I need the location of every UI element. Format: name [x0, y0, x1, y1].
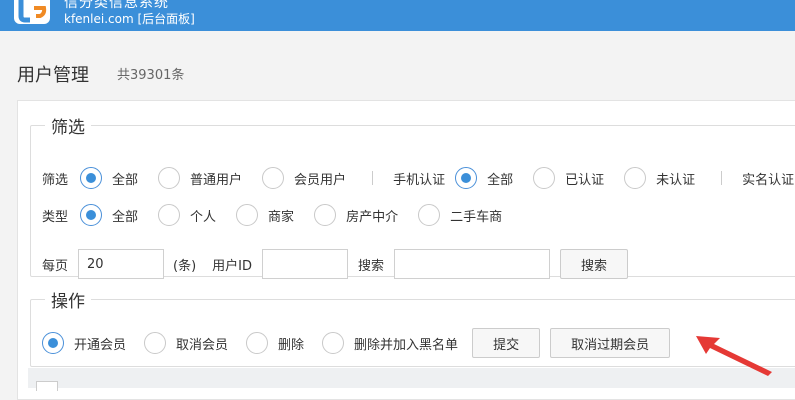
search-label: 搜索 — [358, 258, 385, 274]
radio-indicator[interactable] — [314, 204, 337, 226]
radio-label: 删除 — [278, 337, 305, 353]
divider — [721, 171, 723, 185]
per-page-label: 每页 — [42, 258, 69, 274]
search-button[interactable]: 搜索 — [560, 249, 629, 279]
actions-fieldset: 操作 开通会员 取消会员 删除 删除并加入黑名单 提交 取消过期会员 — [30, 287, 795, 367]
radio-indicator[interactable] — [322, 332, 345, 354]
radio-type-merchant[interactable]: 商家 — [236, 204, 294, 226]
radio-type-personal[interactable]: 个人 — [158, 204, 216, 226]
page-title: 用户管理 — [17, 65, 89, 86]
radio-indicator[interactable] — [158, 167, 181, 189]
page-heading: 用户管理 — [17, 61, 89, 87]
radio-label: 会员用户 — [294, 172, 347, 188]
radio-label: 普通用户 — [190, 172, 243, 188]
phone-verify-label: 手机认证 — [393, 172, 446, 188]
cancel-expired-members-button[interactable]: 取消过期会员 — [550, 328, 671, 358]
radio-action-delete-blacklist[interactable]: 删除并加入黑名单 — [322, 332, 458, 354]
divider — [372, 171, 374, 185]
radio-indicator[interactable] — [80, 204, 103, 226]
filter-row-search: 每页 (条) 用户ID 搜索 搜索 — [42, 249, 629, 279]
annotation-arrow-icon — [696, 336, 772, 376]
filter-row-type: 类型 全部 个人 商家 房产中介 二手车商 — [42, 204, 502, 226]
radio-filter-normal-user[interactable]: 普通用户 — [158, 167, 242, 189]
per-page-input[interactable] — [78, 249, 165, 279]
type-label: 类型 — [42, 209, 69, 225]
userid-label: 用户ID — [212, 258, 253, 274]
actions-legend: 操作 — [51, 292, 85, 312]
radio-indicator[interactable] — [418, 204, 441, 226]
radio-label: 删除并加入黑名单 — [354, 337, 459, 353]
filter-label: 筛选 — [42, 172, 69, 188]
radio-indicator[interactable] — [158, 204, 181, 226]
radio-indicator[interactable] — [80, 167, 103, 189]
radio-label: 商家 — [268, 209, 295, 225]
radio-indicator[interactable] — [624, 167, 647, 189]
filter-fieldset: 筛选 筛选 全部 普通用户 会员用户 手机认证 全部 已认证 未认证 实名认证 … — [30, 113, 795, 279]
per-page-unit: (条) — [173, 258, 197, 274]
radio-label: 个人 — [190, 209, 217, 225]
radio-label: 全部 — [112, 172, 139, 188]
logo-icon — [14, 0, 50, 24]
radio-type-all[interactable]: 全部 — [80, 204, 138, 226]
radio-indicator[interactable] — [236, 204, 259, 226]
radio-indicator[interactable] — [533, 167, 556, 189]
search-input[interactable] — [394, 249, 551, 279]
radio-type-used-car-dealer[interactable]: 二手车商 — [418, 204, 502, 226]
radio-phone-verified[interactable]: 已认证 — [533, 167, 604, 189]
top-bar: 信分类信息系统 kfenlei.com [后台面板] — [0, 0, 795, 31]
radio-indicator[interactable] — [42, 332, 64, 354]
brand-subtitle: kfenlei.com [后台面板] — [64, 12, 195, 26]
radio-label: 开通会员 — [74, 337, 127, 353]
radio-action-open-member[interactable]: 开通会员 — [42, 332, 126, 354]
actions-row: 开通会员 取消会员 删除 删除并加入黑名单 提交 取消过期会员 — [42, 328, 671, 358]
table-header-strip — [28, 368, 795, 388]
radio-phone-unverified[interactable]: 未认证 — [624, 167, 695, 189]
radio-label: 取消会员 — [176, 337, 229, 353]
filter-row-user: 筛选 全部 普通用户 会员用户 手机认证 全部 已认证 未认证 实名认证 — [42, 167, 794, 189]
radio-label: 全部 — [112, 209, 139, 225]
radio-indicator[interactable] — [455, 167, 478, 189]
radio-indicator[interactable] — [144, 332, 167, 354]
radio-label: 未认证 — [656, 172, 696, 188]
radio-action-cancel-member[interactable]: 取消会员 — [144, 332, 228, 354]
submit-button[interactable]: 提交 — [472, 328, 541, 358]
radio-label: 已认证 — [565, 172, 605, 188]
radio-label: 房产中介 — [346, 209, 399, 225]
radio-label: 二手车商 — [450, 209, 503, 225]
radio-action-delete[interactable]: 删除 — [246, 332, 304, 354]
filter-legend: 筛选 — [51, 118, 85, 138]
userid-input[interactable] — [262, 249, 349, 279]
main-panel: 筛选 筛选 全部 普通用户 会员用户 手机认证 全部 已认证 未认证 实名认证 … — [17, 100, 795, 400]
radio-indicator[interactable] — [262, 167, 285, 189]
radio-type-realestate-agent[interactable]: 房产中介 — [314, 204, 398, 226]
record-count: 共39301条 — [117, 68, 185, 83]
radio-indicator[interactable] — [246, 332, 269, 354]
radio-phone-all[interactable]: 全部 — [455, 167, 513, 189]
radio-label: 全部 — [487, 172, 514, 188]
realname-verify-label: 实名认证 — [742, 172, 795, 188]
radio-filter-all[interactable]: 全部 — [80, 167, 138, 189]
select-all-checkbox[interactable] — [36, 381, 58, 391]
radio-filter-member-user[interactable]: 会员用户 — [262, 167, 346, 189]
